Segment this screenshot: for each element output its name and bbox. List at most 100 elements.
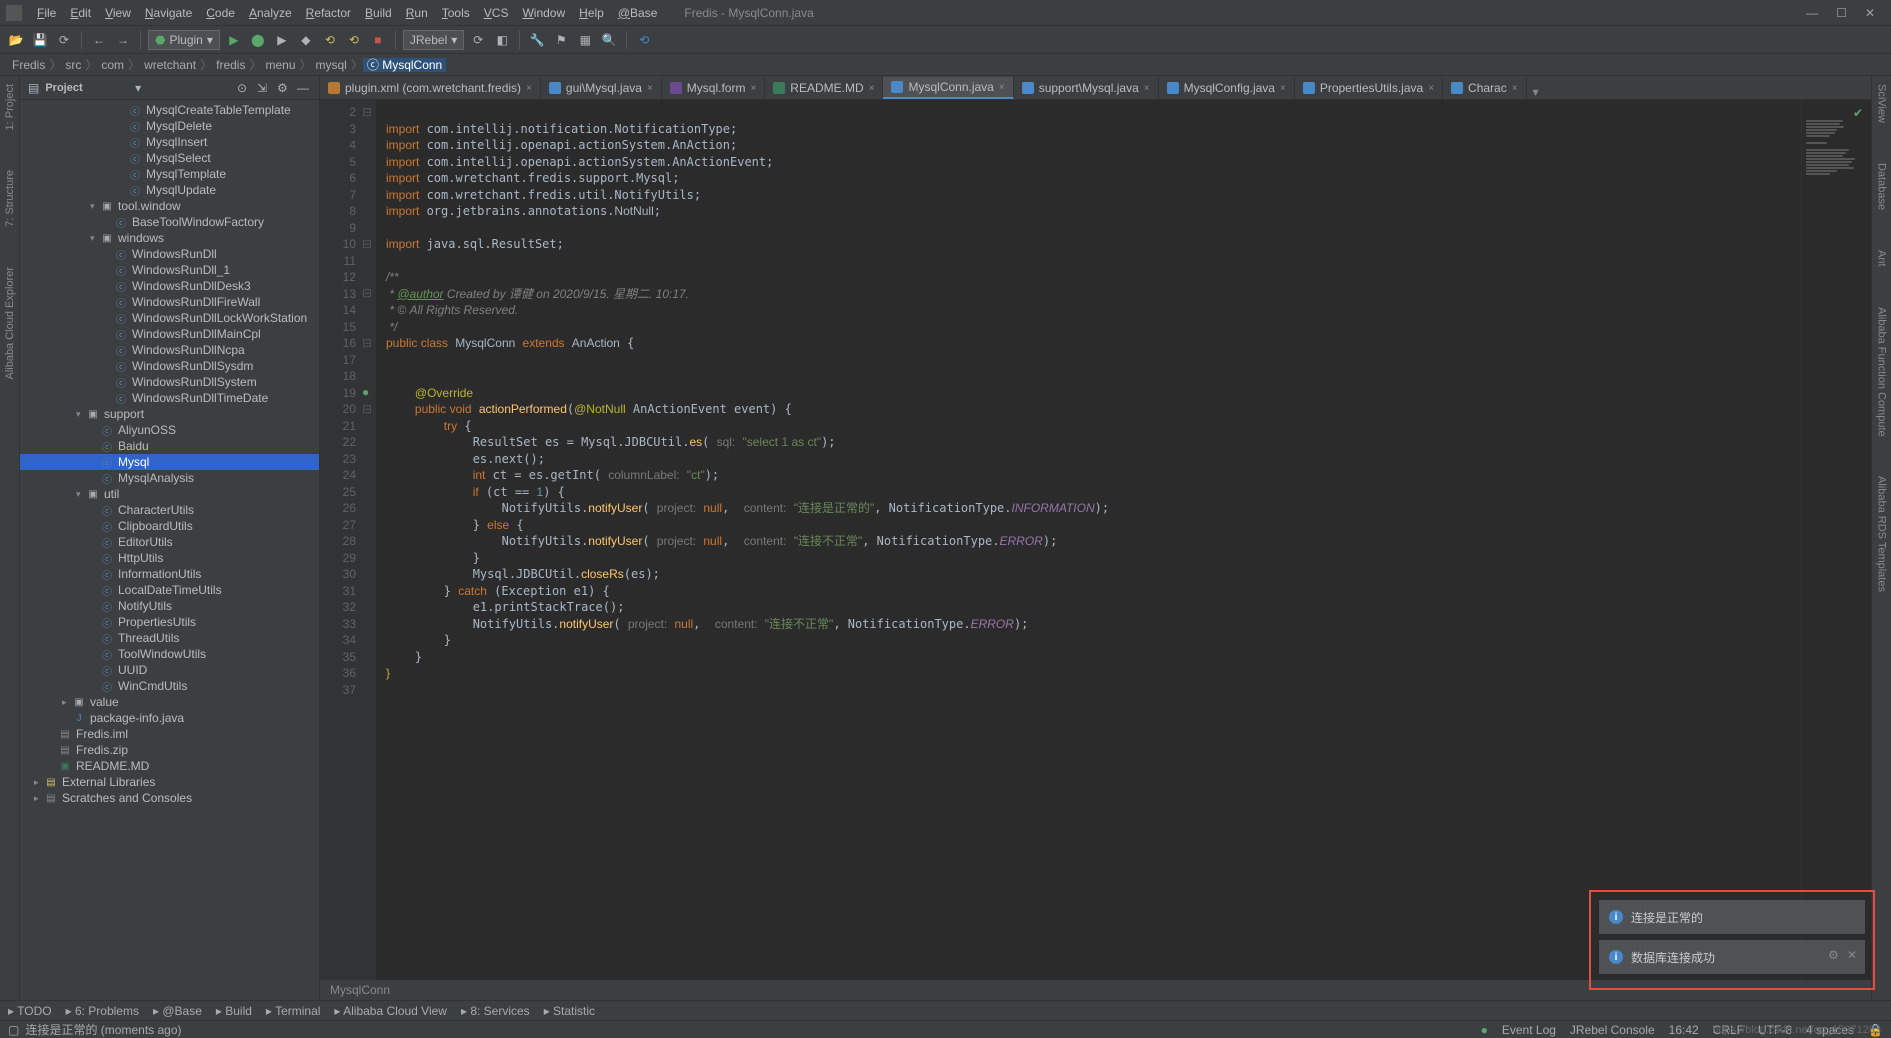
- tool-alibaba-cloud-view[interactable]: ▸ Alibaba Cloud View: [334, 1004, 447, 1018]
- tree-item-util[interactable]: ▾▣util: [20, 486, 319, 502]
- tree-item-scratches-and-consoles[interactable]: ▸▤Scratches and Consoles: [20, 790, 319, 806]
- coverage-icon[interactable]: ▶: [272, 30, 292, 50]
- tool-statistic[interactable]: ▸ Statistic: [544, 1004, 595, 1018]
- tool-database[interactable]: Database: [1876, 163, 1888, 210]
- breadcrumb-menu[interactable]: menu: [261, 58, 299, 72]
- notification-item[interactable]: i 数据库连接成功 ⚙ ✕: [1599, 940, 1865, 974]
- tool-alibaba-cloud-explorer[interactable]: Alibaba Cloud Explorer: [4, 267, 16, 380]
- close-icon[interactable]: ×: [647, 83, 653, 94]
- jr-icon2[interactable]: ◧: [492, 30, 512, 50]
- editor-tab-charac[interactable]: Charac×: [1443, 77, 1527, 99]
- close-icon[interactable]: ✕: [1847, 948, 1857, 962]
- gear-icon[interactable]: ⚙: [1828, 948, 1839, 962]
- tree-item-wincmdutils[interactable]: ⓒWinCmdUtils: [20, 678, 319, 694]
- status-square-icon[interactable]: ▢: [8, 1023, 19, 1037]
- tree-item-baidu[interactable]: ⓒBaidu: [20, 438, 319, 454]
- tool-alibaba-rds-templates[interactable]: Alibaba RDS Templates: [1876, 476, 1888, 592]
- tree-item-external-libraries[interactable]: ▸▤External Libraries: [20, 774, 319, 790]
- menu-file[interactable]: File: [30, 6, 63, 20]
- tree-item-support[interactable]: ▾▣support: [20, 406, 319, 422]
- tool-7--structure[interactable]: 7: Structure: [4, 170, 16, 227]
- rerun-icon[interactable]: ⟲: [320, 30, 340, 50]
- menu-help[interactable]: Help: [572, 6, 611, 20]
- breadcrumb-mysqlconn[interactable]: ⓒ MysqlConn: [363, 58, 446, 72]
- tree-item-characterutils[interactable]: ⓒCharacterUtils: [20, 502, 319, 518]
- project-tree[interactable]: ⓒMysqlCreateTableTemplateⓒMysqlDeleteⓒMy…: [20, 100, 319, 1000]
- menu-build[interactable]: Build: [358, 6, 399, 20]
- tree-item-mysqldelete[interactable]: ⓒMysqlDelete: [20, 118, 319, 134]
- tree-item-mysqlupdate[interactable]: ⓒMysqlUpdate: [20, 182, 319, 198]
- tree-item-localdatetimeutils[interactable]: ⓒLocalDateTimeUtils: [20, 582, 319, 598]
- code-minimap[interactable]: ✔: [1801, 100, 1871, 980]
- close-icon[interactable]: ×: [750, 83, 756, 94]
- tree-item-uuid[interactable]: ⓒUUID: [20, 662, 319, 678]
- tool-terminal[interactable]: ▸ Terminal: [266, 1004, 321, 1018]
- jrebel-combo[interactable]: JRebel▾: [403, 30, 464, 50]
- jr-icon1[interactable]: ⟳: [468, 30, 488, 50]
- tree-item-windowsrundllsystem[interactable]: ⓒWindowsRunDllSystem: [20, 374, 319, 390]
- forward-icon[interactable]: →: [113, 30, 133, 50]
- maximize-icon[interactable]: ☐: [1836, 6, 1847, 20]
- close-icon[interactable]: ×: [1144, 83, 1150, 94]
- menu-run[interactable]: Run: [399, 6, 435, 20]
- editor-tab-support-mysql-java[interactable]: support\Mysql.java×: [1014, 77, 1159, 99]
- tree-item-mysql[interactable]: ⓒMysql: [20, 454, 319, 470]
- editor-tab-gui-mysql-java[interactable]: gui\Mysql.java×: [541, 77, 662, 99]
- breadcrumb-fredis[interactable]: fredis: [212, 58, 249, 72]
- hide-icon[interactable]: —: [297, 81, 311, 95]
- stop-icon[interactable]: ■: [368, 30, 388, 50]
- tool-1--project[interactable]: 1: Project: [4, 84, 16, 130]
- tree-item-package-info-java[interactable]: Jpackage-info.java: [20, 710, 319, 726]
- editor-tab-propertiesutils-java[interactable]: PropertiesUtils.java×: [1295, 77, 1443, 99]
- menu-navigate[interactable]: Navigate: [138, 6, 199, 20]
- fold-gutter[interactable]: ⊟ ⊟ ⊟ ⊟ ● ⊟: [362, 100, 376, 980]
- tree-item-mysqlcreatetabletemplate[interactable]: ⓒMysqlCreateTableTemplate: [20, 102, 319, 118]
- tool--base[interactable]: ▸ @Base: [153, 1004, 202, 1018]
- tree-item-windowsrundlllockworkstation[interactable]: ⓒWindowsRunDllLockWorkStation: [20, 310, 319, 326]
- tool-ant[interactable]: Ant: [1876, 250, 1888, 267]
- close-icon[interactable]: ×: [1512, 83, 1518, 94]
- tree-item-informationutils[interactable]: ⓒInformationUtils: [20, 566, 319, 582]
- locate-icon[interactable]: ⊙: [237, 81, 251, 95]
- tree-item-windowsrundllsysdm[interactable]: ⓒWindowsRunDllSysdm: [20, 358, 319, 374]
- close-icon[interactable]: ×: [999, 82, 1005, 93]
- tree-item-threadutils[interactable]: ⓒThreadUtils: [20, 630, 319, 646]
- editor-tab-plugin-xml--com-wretchant-fredis-[interactable]: plugin.xml (com.wretchant.fredis)×: [320, 77, 541, 99]
- menu-refactor[interactable]: Refactor: [299, 6, 358, 20]
- tree-item-mysqlselect[interactable]: ⓒMysqlSelect: [20, 150, 319, 166]
- expand-icon[interactable]: ⇲: [257, 81, 271, 95]
- tool-todo[interactable]: ▸ TODO: [8, 1004, 52, 1018]
- run-icon[interactable]: ▶: [224, 30, 244, 50]
- breadcrumb-fredis[interactable]: Fredis: [8, 58, 49, 72]
- tree-item-fredis-iml[interactable]: ▤Fredis.iml: [20, 726, 319, 742]
- tree-item-basetoolwindowfactory[interactable]: ⓒBaseToolWindowFactory: [20, 214, 319, 230]
- minimize-icon[interactable]: —: [1806, 6, 1818, 20]
- breadcrumb-com[interactable]: com: [97, 58, 128, 72]
- tabs-more-icon[interactable]: ▾: [1527, 85, 1545, 99]
- tree-item-editorutils[interactable]: ⓒEditorUtils: [20, 534, 319, 550]
- menu-view[interactable]: View: [98, 6, 138, 20]
- editor-tab-mysql-form[interactable]: Mysql.form×: [662, 77, 766, 99]
- tree-item-mysqltemplate[interactable]: ⓒMysqlTemplate: [20, 166, 319, 182]
- menu-vcs[interactable]: VCS: [477, 6, 516, 20]
- tool-6--problems[interactable]: ▸ 6: Problems: [66, 1004, 139, 1018]
- jrebel-console-button[interactable]: JRebel Console: [1570, 1023, 1655, 1037]
- calendar-icon[interactable]: ▦: [575, 30, 595, 50]
- tree-item-notifyutils[interactable]: ⓒNotifyUtils: [20, 598, 319, 614]
- tool-build[interactable]: ▸ Build: [216, 1004, 252, 1018]
- profile-icon[interactable]: ◆: [296, 30, 316, 50]
- close-icon[interactable]: ×: [526, 83, 532, 94]
- tree-item-propertiesutils[interactable]: ⓒPropertiesUtils: [20, 614, 319, 630]
- tree-item-mysqlinsert[interactable]: ⓒMysqlInsert: [20, 134, 319, 150]
- tree-item-tool-window[interactable]: ▾▣tool.window: [20, 198, 319, 214]
- tree-item-value[interactable]: ▸▣value: [20, 694, 319, 710]
- menu-tools[interactable]: Tools: [435, 6, 477, 20]
- tree-item-windowsrundllncpa[interactable]: ⓒWindowsRunDllNcpa: [20, 342, 319, 358]
- breadcrumb-src[interactable]: src: [61, 58, 85, 72]
- breadcrumb-wretchant[interactable]: wretchant: [140, 58, 200, 72]
- tree-item-clipboardutils[interactable]: ⓒClipboardUtils: [20, 518, 319, 534]
- tree-item-windows[interactable]: ▾▣windows: [20, 230, 319, 246]
- editor-tab-mysqlconfig-java[interactable]: MysqlConfig.java×: [1159, 77, 1295, 99]
- tree-item-readme-md[interactable]: ▣README.MD: [20, 758, 319, 774]
- rerun2-icon[interactable]: ⟲: [344, 30, 364, 50]
